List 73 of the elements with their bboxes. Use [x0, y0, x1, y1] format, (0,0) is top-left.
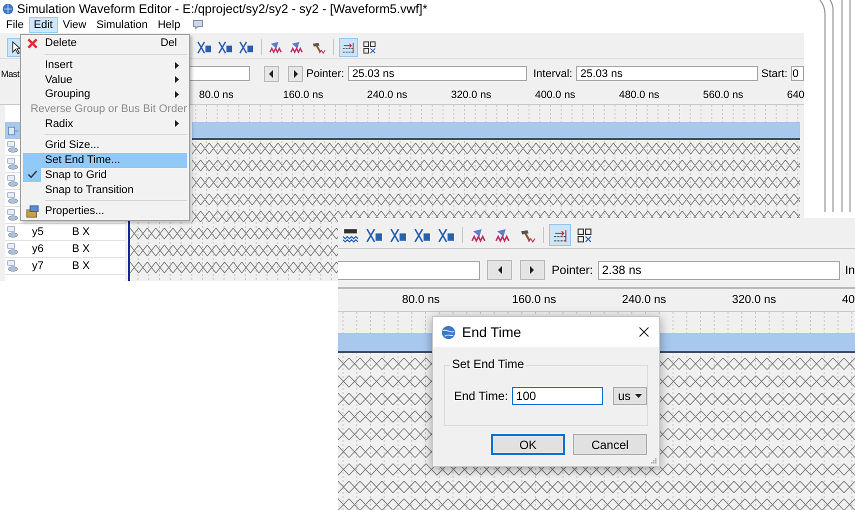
menu-item[interactable]: Edit: [28, 17, 58, 33]
start-field[interactable]: 0: [790, 66, 804, 81]
menu-item[interactable]: Value: [45, 74, 175, 86]
globe-icon: [441, 324, 456, 340]
time-label: 240.0 ns: [622, 294, 668, 306]
field-label: Pointer:: [552, 263, 593, 277]
unit-dropdown[interactable]: us: [613, 386, 647, 404]
signal-value: B X: [71, 260, 90, 272]
signal-value: B X: [71, 226, 90, 238]
field-label: Start:: [761, 68, 788, 80]
caret-icon: [635, 394, 642, 398]
time-label: 640: [787, 89, 804, 103]
field-label: In: [844, 263, 855, 277]
shortcut-text: Del: [160, 37, 177, 50]
menu-item[interactable]: Grid Size...: [45, 139, 187, 152]
delete-icon: [26, 38, 38, 49]
dialog-button[interactable]: Cancel: [573, 434, 647, 455]
field-label: Interval:: [533, 68, 572, 80]
signal-value: B X: [71, 243, 90, 255]
signal-name: y7: [31, 260, 45, 272]
field-label: Pointer:: [306, 68, 344, 80]
menu-item[interactable]: Simulation: [91, 17, 153, 33]
right-arrow-button[interactable]: [288, 66, 304, 82]
menu-item[interactable]: Snap to Grid: [45, 168, 187, 181]
grid-icon[interactable]: [549, 224, 571, 246]
menu-item[interactable]: Delete: [45, 37, 160, 50]
left-arrow-icon: [268, 70, 274, 78]
time-label: 80.0 ns: [199, 89, 234, 103]
left-arrow-button[interactable]: [487, 260, 512, 280]
menu-item[interactable]: File: [1, 17, 29, 33]
menu-item[interactable]: Snap to Transition: [45, 184, 187, 196]
time-label: 80.0 ns: [402, 294, 441, 306]
group-icon: [6, 124, 18, 136]
time-label: 240.0 ns: [367, 89, 408, 103]
time-label: 320.0 ns: [451, 89, 492, 103]
time-label: 160.0 ns: [283, 89, 324, 103]
check-icon: [26, 169, 38, 180]
grid-icon[interactable]: [339, 38, 358, 56]
dialog-button[interactable]: OK: [491, 434, 565, 455]
pointer-field[interactable]: 2.38 ns: [598, 260, 840, 280]
right-arrow-icon: [529, 266, 536, 274]
menu-item[interactable]: View: [58, 17, 92, 33]
app-icon: [2, 2, 14, 14]
resize-grip-icon[interactable]: [649, 456, 657, 464]
menu-item[interactable]: Grouping: [45, 88, 175, 100]
dialog-title: End Time: [462, 324, 522, 340]
left-arrow-icon: [496, 266, 503, 274]
field-label: Mast: [1, 68, 20, 78]
time-label: 560.0 ns: [703, 89, 744, 103]
group-title: Set End Time: [450, 357, 526, 371]
end-time-field[interactable]: 100: [512, 386, 603, 404]
pointer-field[interactable]: 25.03 ns: [348, 66, 528, 81]
menu-item[interactable]: Radix: [45, 118, 175, 130]
time-bar-field[interactable]: [338, 260, 480, 280]
time-label: 480.0 ns: [619, 89, 660, 103]
menu-item[interactable]: Insert: [45, 59, 175, 72]
time-label: 160.0 ns: [512, 294, 558, 306]
time-label: 320.0 ns: [732, 294, 778, 306]
menu-item[interactable]: Properties...: [45, 205, 187, 218]
right-arrow-icon: [292, 70, 299, 78]
interval-field[interactable]: 25.03 ns: [576, 66, 758, 81]
time-label: 40: [842, 294, 855, 306]
time-label: 400.0 ns: [535, 89, 576, 103]
right-arrow-button[interactable]: [520, 260, 545, 280]
menu-item[interactable]: Help: [152, 17, 186, 33]
signal-name: y5: [31, 226, 45, 238]
window-title: Simulation Waveform Editor - E:/qproject/sy2/sy2 - sy2 - [Waveform5.vwf]*: [17, 2, 428, 16]
properties-icon: [26, 204, 38, 218]
chat-icon[interactable]: [191, 19, 206, 31]
field-label: End Time:: [454, 388, 508, 402]
left-arrow-button[interactable]: [264, 66, 279, 82]
close-icon[interactable]: [638, 326, 650, 338]
signal-name: y6: [31, 243, 45, 255]
